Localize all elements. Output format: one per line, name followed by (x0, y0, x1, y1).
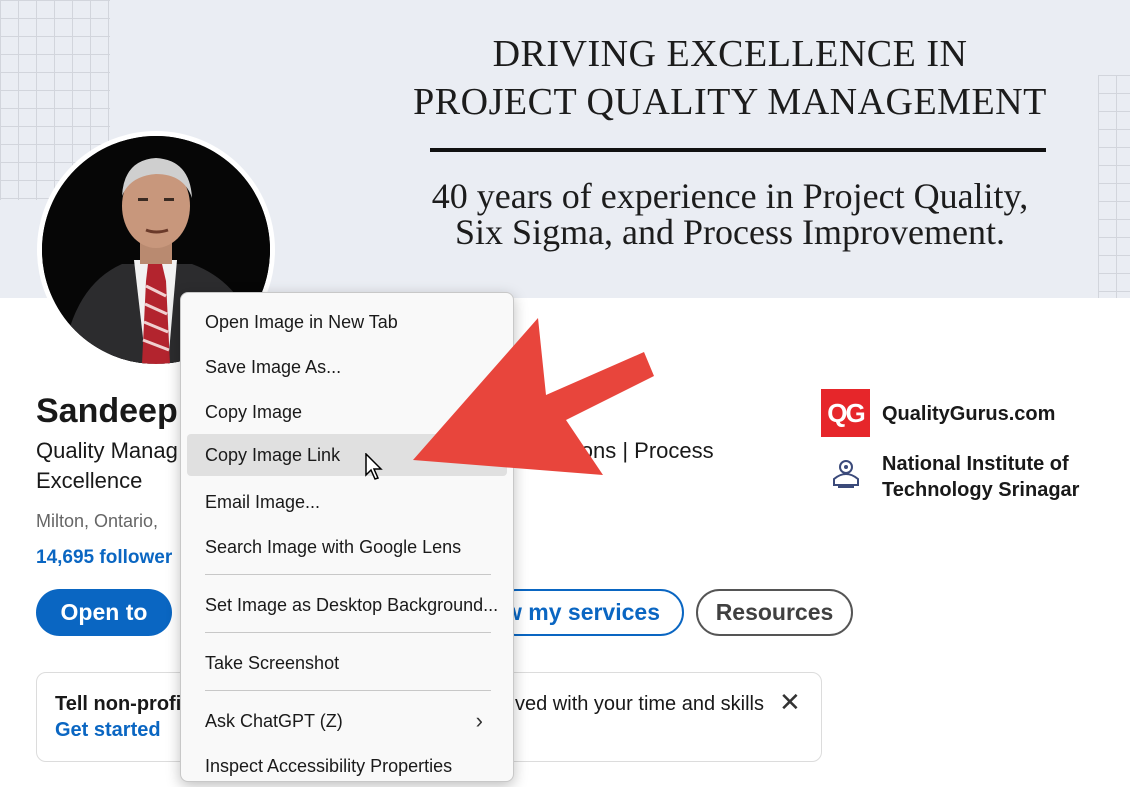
menu-item-copy-image[interactable]: Copy Image (187, 391, 507, 433)
menu-item-save-image-as[interactable]: Save Image As... (187, 346, 507, 388)
company-qualitygurus[interactable]: QualityGurus.com (882, 403, 1055, 426)
menu-item-label: Ask ChatGPT (Z) (205, 710, 343, 731)
menu-item-label: Take Screenshot (205, 652, 340, 673)
card-prompt-text: Tell non-profi (55, 693, 182, 715)
menu-item-open-image-new-tab[interactable]: Open Image in New Tab (187, 301, 507, 343)
show-services-button[interactable]: w my services (492, 589, 684, 636)
followers-link[interactable]: 14,695 follower (36, 547, 172, 569)
menu-item-label: Inspect Accessibility Properties (205, 755, 453, 776)
nit-srinagar-logo-icon[interactable] (830, 457, 862, 491)
chevron-right-icon: › (475, 708, 483, 733)
resources-button[interactable]: Resources (696, 589, 853, 636)
menu-separator (205, 690, 491, 691)
banner-title-line2: PROJECT QUALITY MANAGEMENT (413, 81, 1047, 123)
profile-headline: Quality Manag (36, 438, 178, 463)
profile-headline-line2: Excellence (36, 468, 143, 493)
menu-separator (205, 574, 491, 575)
menu-item-label: Email Image... (205, 491, 321, 512)
banner-grid-decoration-right (1098, 75, 1130, 298)
menu-item-label: Set Image as Desktop Background... (205, 594, 499, 615)
get-started-link[interactable]: Get started (55, 719, 161, 742)
menu-separator (205, 632, 491, 633)
banner-subtitle: 40 years of experience in Project Qualit… (380, 178, 1080, 250)
profile-headline-continued: isions | Process (560, 438, 714, 463)
mouse-cursor-icon (365, 453, 383, 480)
menu-item-search-google-lens[interactable]: Search Image with Google Lens (187, 526, 507, 568)
education-name-line2: Technology Srinagar (882, 479, 1080, 501)
banner-subtitle-line2: Six Sigma, and Process Improvement. (455, 212, 1005, 252)
banner-title-line1: DRIVING EXCELLENCE IN (492, 33, 968, 75)
menu-item-email-image[interactable]: Email Image... (187, 481, 507, 523)
menu-item-inspect-accessibility[interactable]: Inspect Accessibility Properties (187, 745, 507, 787)
menu-item-label: Copy Image (205, 401, 303, 422)
menu-item-copy-image-link[interactable]: Copy Image Link (187, 434, 507, 476)
banner-subtitle-line1: 40 years of experience in Project Qualit… (431, 176, 1029, 216)
banner-title: DRIVING EXCELLENCE IN PROJECT QUALITY MA… (380, 30, 1080, 126)
menu-item-ask-chatgpt[interactable]: Ask ChatGPT (Z) › (187, 700, 507, 742)
close-icon[interactable]: ✕ (779, 687, 801, 718)
education-name-line1: National Institute of (882, 453, 1069, 475)
profile-location: Milton, Ontario, (36, 511, 159, 531)
education-nit-srinagar[interactable]: National Institute of Technology Srinaga… (882, 451, 1102, 503)
profile-name: Sandeep (36, 392, 178, 430)
menu-item-label: Open Image in New Tab (205, 311, 398, 332)
menu-item-label: Copy Image Link (205, 444, 341, 465)
banner-divider (430, 148, 1046, 152)
menu-item-label: Search Image with Google Lens (205, 536, 462, 557)
menu-item-set-desktop-background[interactable]: Set Image as Desktop Background... (187, 584, 507, 626)
context-menu: Open Image in New Tab Save Image As... C… (180, 292, 514, 782)
menu-item-label: Save Image As... (205, 356, 342, 377)
menu-item-take-screenshot[interactable]: Take Screenshot (187, 642, 507, 684)
card-prompt-text-continued: ved with your time and skills (515, 693, 764, 715)
open-to-button[interactable]: Open to (36, 589, 172, 636)
qualitygurus-logo[interactable]: QG (821, 389, 870, 437)
